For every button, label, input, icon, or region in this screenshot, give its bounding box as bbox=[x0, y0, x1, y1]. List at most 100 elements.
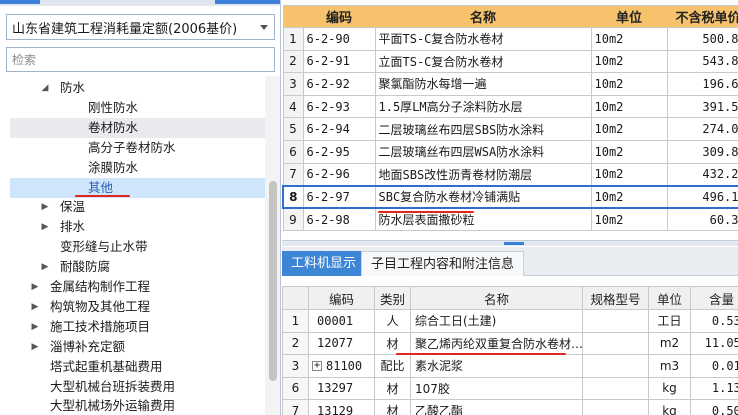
expand-arrow-icon[interactable]: ▶ bbox=[30, 277, 40, 297]
quota-name-cell[interactable]: 平面TS-C复合防水卷材 bbox=[374, 27, 592, 51]
quota-name-cell[interactable]: 二层玻璃丝布四层SBS防水涂料 bbox=[374, 117, 592, 141]
tree-item[interactable]: 变形缝与止水带 bbox=[10, 237, 265, 257]
tree-item[interactable]: ▶ 排水 bbox=[10, 217, 265, 237]
quota-price-cell[interactable]: 309.8 bbox=[666, 139, 738, 164]
expand-arrow-icon[interactable]: ▶ bbox=[30, 337, 40, 357]
tab-work-content-notes[interactable]: 子目工程内容和附注信息 bbox=[361, 251, 525, 276]
resource-spec-cell[interactable] bbox=[582, 354, 649, 378]
expand-arrow-icon[interactable]: ▶ bbox=[30, 317, 40, 337]
quota-row[interactable]: 5 6-2-94 二层玻璃丝布四层SBS防水涂料 10m2 274.0 bbox=[282, 117, 738, 141]
quota-unit-cell[interactable]: 10m2 bbox=[590, 162, 668, 187]
row-number[interactable]: 5 bbox=[282, 117, 304, 141]
resource-unit-cell[interactable]: 工日 bbox=[648, 309, 691, 333]
row-number[interactable]: 6 bbox=[282, 139, 304, 164]
quota-row[interactable]: 6 6-2-95 二层玻璃丝布四层WSA防水涂料 10m2 309.8 bbox=[282, 139, 738, 164]
expand-arrow-icon[interactable]: ▶ bbox=[40, 197, 50, 217]
quota-name-cell[interactable]: 1.5厚LM高分子涂料防水层 bbox=[374, 94, 592, 119]
quota-row[interactable]: 9 6-2-98 防水层表面撒砂粒 10m2 60.3 bbox=[282, 207, 738, 232]
quota-price-cell[interactable]: 196.6 bbox=[666, 72, 738, 96]
resource-qty-cell[interactable]: 0.538 bbox=[690, 309, 738, 333]
tree-item[interactable]: 涂膜防水 bbox=[10, 158, 265, 178]
tree-item[interactable]: ▶ 耐酸防腐 bbox=[10, 257, 265, 277]
expand-arrow-icon[interactable]: ▶ bbox=[40, 257, 50, 277]
row-number[interactable]: 9 bbox=[282, 207, 304, 232]
quota-row[interactable]: 3 6-2-92 聚氯酯防水每增一遍 10m2 196.6 bbox=[282, 72, 738, 96]
column-header-name[interactable]: 名称 bbox=[374, 5, 592, 28]
quota-price-cell[interactable]: 496.1 bbox=[666, 184, 738, 210]
row-number[interactable]: 1 bbox=[282, 27, 304, 51]
quota-price-cell[interactable]: 543.8 bbox=[666, 49, 738, 74]
resource-name-cell[interactable]: 乙酸乙酯 bbox=[410, 399, 583, 415]
resource-qty-cell[interactable]: 1.138 bbox=[690, 376, 738, 400]
quota-row[interactable]: 8 6-2-97 SBC复合防水卷材冷铺满贴 10m2 496.1 bbox=[282, 184, 738, 210]
quota-code-cell[interactable]: 6-2-90 bbox=[302, 27, 376, 51]
row-number[interactable]: 7 bbox=[282, 162, 304, 187]
quota-unit-cell[interactable]: 10m2 bbox=[590, 184, 668, 210]
resource-spec-cell[interactable] bbox=[582, 309, 649, 333]
quota-code-cell[interactable]: 6-2-94 bbox=[302, 117, 376, 141]
resource-type-cell[interactable]: 人 bbox=[374, 309, 411, 333]
tree-item[interactable]: 其他 bbox=[10, 177, 265, 198]
search-input[interactable] bbox=[6, 47, 275, 72]
tree-item[interactable]: 大型机械场外运输费用 bbox=[10, 396, 265, 415]
row-number[interactable]: 2 bbox=[282, 49, 304, 74]
column-header-code[interactable]: 编码 bbox=[302, 5, 376, 28]
resource-unit-cell[interactable]: kg bbox=[648, 399, 691, 415]
resource-name-cell[interactable]: 聚乙烯丙纶双重复合防水卷材… bbox=[410, 331, 583, 355]
resource-row[interactable]: 713129材乙酸乙酯 kg0.505 bbox=[282, 399, 738, 415]
tab-labor-material-machine[interactable]: 工料机显示 bbox=[282, 251, 366, 276]
quota-code-cell[interactable]: 6-2-98 bbox=[302, 207, 376, 232]
resource-code-cell[interactable]: +81100 bbox=[308, 354, 375, 378]
quota-unit-cell[interactable]: 10m2 bbox=[590, 117, 668, 141]
quota-library-select[interactable]: 山东省建筑工程消耗量定额(2006基价) bbox=[6, 14, 275, 40]
quota-code-cell[interactable]: 6-2-97 bbox=[302, 184, 376, 210]
quota-name-cell[interactable]: 二层玻璃丝布四层WSA防水涂料 bbox=[374, 139, 592, 164]
resource-type-cell[interactable]: 材 bbox=[374, 399, 411, 415]
tree-scrollbar[interactable] bbox=[265, 76, 280, 415]
resource-qty-cell[interactable]: 0.505 bbox=[690, 399, 738, 415]
resource-spec-cell[interactable] bbox=[582, 399, 649, 415]
expand-plus-icon[interactable]: + bbox=[312, 361, 322, 372]
quota-code-cell[interactable]: 6-2-91 bbox=[302, 49, 376, 74]
resource-spec-cell[interactable] bbox=[582, 376, 649, 400]
quota-row[interactable]: 1 6-2-90 平面TS-C复合防水卷材 10m2 500.8 bbox=[282, 27, 738, 51]
quota-code-cell[interactable]: 6-2-95 bbox=[302, 139, 376, 164]
tree-item[interactable]: ▶ 施工技术措施项目 bbox=[10, 317, 265, 337]
column-header-unit[interactable]: 单位 bbox=[648, 286, 691, 310]
tree-item[interactable]: ▶ 保温 bbox=[10, 197, 265, 217]
tree-item[interactable]: ▶ 金属结构制作工程 bbox=[10, 277, 265, 297]
resource-type-cell[interactable]: 材 bbox=[374, 331, 411, 355]
row-number[interactable]: 3 bbox=[282, 354, 309, 378]
row-number[interactable]: 3 bbox=[282, 72, 304, 96]
resource-code-cell[interactable]: 12077 bbox=[308, 331, 375, 355]
resource-unit-cell[interactable]: m3 bbox=[648, 354, 691, 378]
quota-code-cell[interactable]: 6-2-92 bbox=[302, 72, 376, 96]
tree-item[interactable]: 大型机械台班拆装费用 bbox=[10, 377, 265, 397]
quota-name-cell[interactable]: SBC复合防水卷材冷铺满贴 bbox=[374, 184, 592, 210]
resource-type-cell[interactable]: 材 bbox=[374, 376, 411, 400]
quota-name-cell[interactable]: 地面SBS改性沥青卷材防潮层 bbox=[374, 162, 592, 187]
row-number[interactable]: 2 bbox=[282, 331, 309, 355]
chevron-down-icon[interactable] bbox=[260, 25, 268, 30]
quota-code-cell[interactable]: 6-2-93 bbox=[302, 94, 376, 119]
tree-scrollbar-thumb[interactable] bbox=[269, 181, 277, 381]
quota-row[interactable]: 4 6-2-93 1.5厚LM高分子涂料防水层 10m2 391.5 bbox=[282, 94, 738, 119]
quota-unit-cell[interactable]: 10m2 bbox=[590, 49, 668, 74]
quota-price-cell[interactable]: 391.5 bbox=[666, 94, 738, 119]
resource-name-cell[interactable]: 107胶 bbox=[410, 376, 583, 400]
quota-name-cell[interactable]: 聚氯酯防水每增一遍 bbox=[374, 72, 592, 96]
quota-price-cell[interactable]: 432.2 bbox=[666, 162, 738, 187]
resource-unit-cell[interactable]: m2 bbox=[648, 331, 691, 355]
quota-price-cell[interactable]: 500.8 bbox=[666, 27, 738, 51]
expand-arrow-icon[interactable]: ▶ bbox=[30, 297, 40, 317]
quota-unit-cell[interactable]: 10m2 bbox=[590, 139, 668, 164]
tree-item[interactable]: 卷材防水 bbox=[10, 117, 265, 138]
quota-unit-cell[interactable]: 10m2 bbox=[590, 94, 668, 119]
quota-price-cell[interactable]: 274.0 bbox=[666, 117, 738, 141]
resource-row[interactable]: 613297材107胶 kg1.138 bbox=[282, 376, 738, 400]
resource-name-cell[interactable]: 素水泥浆 bbox=[410, 354, 583, 378]
pane-splitter[interactable] bbox=[282, 240, 738, 246]
expand-arrow-icon[interactable]: ▶ bbox=[40, 217, 50, 237]
quota-unit-cell[interactable]: 10m2 bbox=[590, 207, 668, 232]
tree-item[interactable]: ◢ 防水 bbox=[10, 78, 265, 98]
